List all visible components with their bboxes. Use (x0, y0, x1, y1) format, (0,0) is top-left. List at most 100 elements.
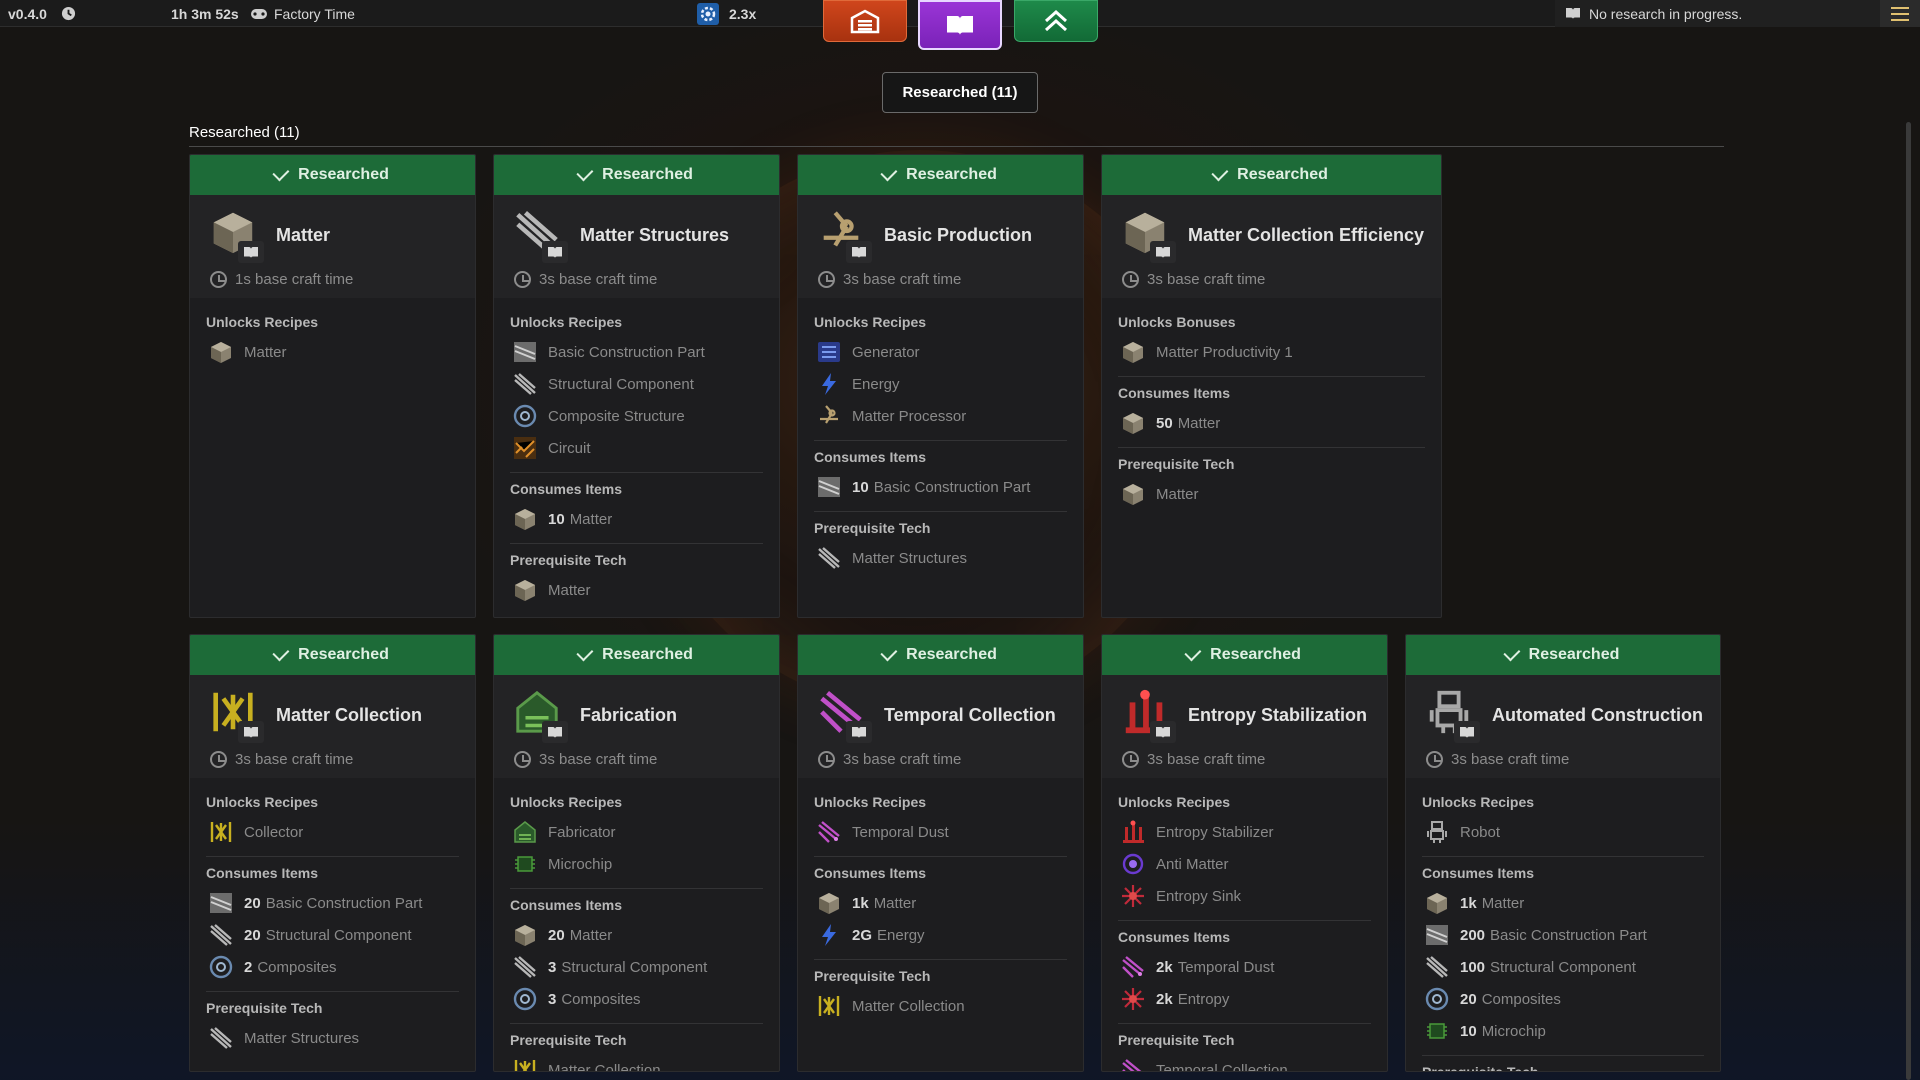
list-item[interactable]: Matter (206, 336, 459, 368)
list-item[interactable]: Entropy Sink (1118, 880, 1371, 912)
composite-icon (208, 954, 234, 980)
clock-icon (1122, 751, 1139, 768)
list-item[interactable]: Matter Productivity 1 (1118, 336, 1425, 368)
list-item[interactable]: 10 Microchip (1422, 1015, 1704, 1047)
list-item[interactable]: Microchip (510, 848, 763, 880)
list-item[interactable]: 2k Temporal Dust (1118, 951, 1371, 983)
list-item[interactable]: 200 Basic Construction Part (1422, 919, 1704, 951)
microchip-icon (512, 851, 538, 877)
list-item[interactable]: Matter Structures (814, 542, 1067, 574)
list-item[interactable]: 20 Basic Construction Part (206, 887, 459, 919)
list-item[interactable]: 3 Composites (510, 983, 763, 1015)
status-label: Researched (298, 166, 389, 183)
list-item[interactable]: Fabricator (510, 816, 763, 848)
item-name: Structural Component (265, 926, 412, 944)
list-item[interactable]: 100 Structural Component (1422, 951, 1704, 983)
tech-card-entropy-stabilization[interactable]: Researched Entropy Stabilization 3s base… (1101, 634, 1388, 1072)
list-item[interactable]: 20 Composites (1422, 983, 1704, 1015)
anti-matter-icon (1120, 851, 1146, 877)
clock-icon[interactable] (61, 0, 76, 27)
item-quantity: 2k (1156, 990, 1173, 1008)
matter-icon (512, 922, 538, 948)
list-item[interactable]: Basic Construction Part (510, 336, 763, 368)
item-quantity: 2k (1156, 958, 1173, 976)
list-item[interactable]: Entropy Stabilizer (1118, 816, 1371, 848)
list-item[interactable]: 3 Structural Component (510, 951, 763, 983)
status-label: Researched (1210, 646, 1301, 663)
tech-card-matter-collection[interactable]: Researched Matter Collection 3s base cra… (189, 634, 476, 1072)
tech-card-matter[interactable]: Researched Matter 1s base craft time Unl… (189, 154, 476, 618)
tech-title: Matter (276, 224, 331, 245)
list-item[interactable]: Matter Collection (814, 990, 1067, 1022)
speed-control[interactable]: 2.3x (697, 0, 756, 27)
list-item[interactable]: Matter (1118, 478, 1425, 510)
list-item[interactable]: Matter Processor (814, 400, 1067, 432)
list-item[interactable]: Matter Structures (206, 1022, 459, 1054)
item-name: Matter (548, 581, 591, 599)
collector-icon (208, 819, 234, 845)
tech-card-fabrication[interactable]: Researched Fabrication 3s base craft tim… (493, 634, 780, 1072)
scrollbar[interactable] (1906, 122, 1911, 1080)
tech-title: Matter Collection Efficiency (1188, 224, 1425, 245)
list-item[interactable]: Circuit (510, 432, 763, 464)
list-item[interactable]: 20 Matter (510, 919, 763, 951)
list-item[interactable]: Anti Matter (1118, 848, 1371, 880)
list-item[interactable]: Structural Component (510, 368, 763, 400)
researched-status-bar: Researched (494, 155, 779, 195)
list-item[interactable]: 2 Composites (206, 951, 459, 983)
list-item[interactable]: Temporal Collection (1118, 1054, 1371, 1071)
list-item[interactable]: 1k Matter (814, 887, 1067, 919)
list-item[interactable]: 10 Matter (510, 503, 763, 535)
tech-card-automated-construction[interactable]: Researched Automated Construction 3s bas… (1405, 634, 1721, 1072)
factory-nav-button[interactable] (823, 0, 907, 42)
list-item[interactable]: 1k Matter (1422, 887, 1704, 919)
tech-card-basic-production[interactable]: Researched Basic Production 3s base craf… (797, 154, 1084, 618)
list-item[interactable]: Generator (814, 336, 1067, 368)
composite-icon (1424, 986, 1450, 1012)
section-heading: Consumes Items (814, 865, 927, 881)
craft-time: 3s base craft time (539, 751, 658, 768)
list-item[interactable]: Robot (1422, 816, 1704, 848)
list-item[interactable]: 10 Basic Construction Part (814, 471, 1067, 503)
gear-icon (697, 2, 719, 25)
item-name: Basic Construction Part (265, 894, 423, 912)
section-heading: Consumes Items (510, 897, 623, 913)
section-unlocks-recipes: Unlocks Recipes Temporal Dust (814, 786, 1067, 857)
list-item[interactable]: 50 Matter (1118, 407, 1425, 439)
list-item[interactable]: 2k Entropy (1118, 983, 1371, 1015)
tech-card-temporal-collection[interactable]: Researched Temporal Collection 3s base c… (797, 634, 1084, 1072)
checkmark-icon (1184, 644, 1202, 662)
upgrades-nav-button[interactable] (1014, 0, 1098, 42)
list-item[interactable]: 20 Structural Component (206, 919, 459, 951)
tech-title: Fabrication (580, 704, 678, 725)
menu-button[interactable] (1880, 0, 1920, 27)
book-icon (542, 241, 568, 263)
research-nav-button[interactable] (918, 0, 1002, 50)
researched-status-bar: Researched (190, 635, 475, 675)
list-item[interactable]: Collector (206, 816, 459, 848)
tech-title: Temporal Collection (884, 704, 1056, 725)
book-icon (542, 721, 568, 743)
list-item[interactable]: Energy (814, 368, 1067, 400)
research-status[interactable]: No research in progress. (1555, 0, 1880, 27)
list-item[interactable]: 2G Energy (814, 919, 1067, 951)
book-icon (1454, 721, 1480, 743)
item-quantity: 10 (852, 478, 869, 496)
section-prerequisite-tech: Prerequisite Tech Matter Structures (206, 992, 459, 1062)
matter-icon (208, 207, 264, 263)
item-quantity: 20 (244, 926, 261, 944)
tech-card-matter-collection-efficiency[interactable]: Researched Matter Collection Efficiency (1101, 154, 1442, 618)
section-unlocks-bonuses: Unlocks Bonuses Matter Productivity 1 (1118, 306, 1425, 377)
list-item[interactable]: Matter (510, 574, 763, 606)
list-item[interactable]: Composite Structure (510, 400, 763, 432)
item-name: Energy (852, 375, 900, 393)
item-quantity: 3 (548, 990, 557, 1008)
structure-icon (208, 922, 234, 948)
tech-card-matter-structures[interactable]: Researched Matter Structures 3s base cra… (493, 154, 780, 618)
list-item[interactable]: Temporal Dust (814, 816, 1067, 848)
list-item[interactable]: Matter Collection (510, 1054, 763, 1071)
checkmark-icon (1503, 644, 1521, 662)
researched-filter-button[interactable]: Researched (11) (882, 72, 1038, 113)
collector-icon (208, 687, 264, 743)
clock-icon (1426, 751, 1443, 768)
